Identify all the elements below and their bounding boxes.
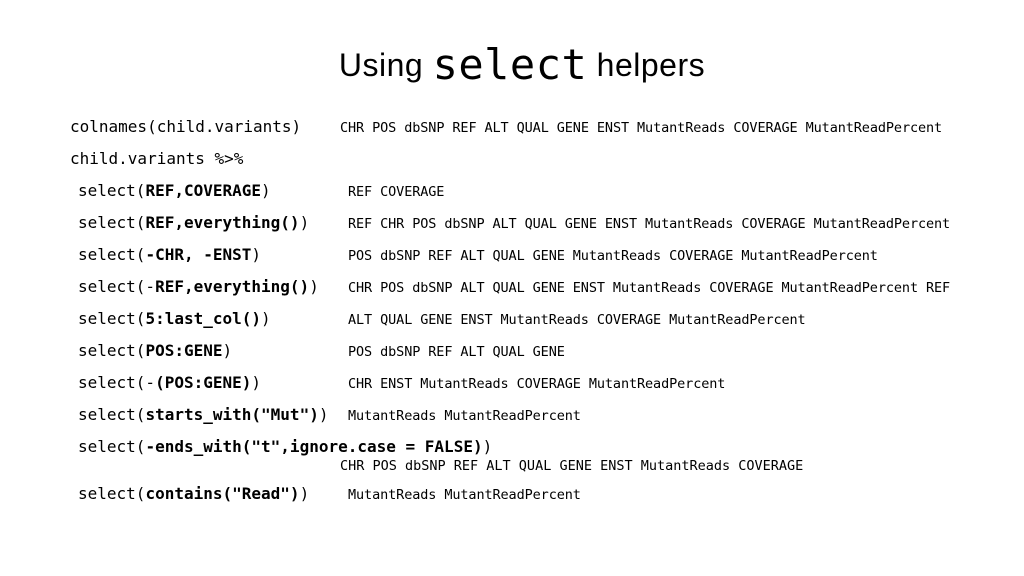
output-select-neg-ref-everything: CHR POS dbSNP ALT QUAL GENE ENST MutantR… [348,280,974,297]
code-pipe: child.variants %>% [70,149,340,169]
title-prefix: Using [339,47,433,83]
code-select-drop-chr-enst: select(-CHR, -ENST) [70,245,348,265]
row-select-contains-read: select(contains("Read")) MutantReads Mut… [70,484,974,504]
page-title: Using select helpers [70,40,974,89]
output-select-ref-coverage: REF COVERAGE [348,184,974,201]
title-mono: select [433,40,588,89]
title-suffix: helpers [587,47,705,83]
code-select-starts-with-mut: select(starts_with("Mut")) [70,405,348,425]
slide: Using select helpers colnames(child.vari… [0,0,1024,576]
output-select-ends-with-t: CHR POS dbSNP REF ALT QUAL GENE ENST Mut… [70,458,974,474]
row-select-pos-gene: select(POS:GENE) POS dbSNP REF ALT QUAL … [70,341,974,361]
row-colnames: colnames(child.variants) CHR POS dbSNP R… [70,117,974,137]
output-select-starts-with-mut: MutantReads MutantReadPercent [348,408,974,425]
row-select-5-lastcol: select(5:last_col()) ALT QUAL GENE ENST … [70,309,974,329]
row-select-drop-pos-gene: select(-(POS:GENE)) CHR ENST MutantReads… [70,373,974,393]
row-select-neg-ref-everything: select(-REF,everything()) CHR POS dbSNP … [70,277,974,297]
output-select-5-lastcol: ALT QUAL GENE ENST MutantReads COVERAGE … [348,312,974,329]
code-select-drop-pos-gene: select(-(POS:GENE)) [70,373,348,393]
code-select-ref-everything: select(REF,everything()) [70,213,348,233]
row-select-ref-everything: select(REF,everything()) REF CHR POS dbS… [70,213,974,233]
output-select-ref-everything: REF CHR POS dbSNP ALT QUAL GENE ENST Mut… [348,216,974,233]
row-select-ends-with-t: select(-ends_with("t",ignore.case = FALS… [70,437,974,474]
output-select-drop-chr-enst: POS dbSNP REF ALT QUAL GENE MutantReads … [348,248,974,265]
output-colnames: CHR POS dbSNP REF ALT QUAL GENE ENST Mut… [340,120,974,137]
code-select-neg-ref-everything: select(-REF,everything()) [70,277,348,297]
code-select-ends-with-t: select(-ends_with("t",ignore.case = FALS… [70,437,974,456]
row-pipe: child.variants %>% [70,149,974,169]
row-select-ref-coverage: select(REF,COVERAGE) REF COVERAGE [70,181,974,201]
code-select-5-lastcol: select(5:last_col()) [70,309,348,329]
row-select-drop-chr-enst: select(-CHR, -ENST) POS dbSNP REF ALT QU… [70,245,974,265]
output-select-contains-read: MutantReads MutantReadPercent [348,487,974,504]
code-select-contains-read: select(contains("Read")) [70,484,348,504]
output-select-drop-pos-gene: CHR ENST MutantReads COVERAGE MutantRead… [348,376,974,393]
row-select-starts-with-mut: select(starts_with("Mut")) MutantReads M… [70,405,974,425]
code-colnames: colnames(child.variants) [70,117,340,137]
code-select-ref-coverage: select(REF,COVERAGE) [70,181,348,201]
output-select-pos-gene: POS dbSNP REF ALT QUAL GENE [348,344,974,361]
code-select-pos-gene: select(POS:GENE) [70,341,348,361]
